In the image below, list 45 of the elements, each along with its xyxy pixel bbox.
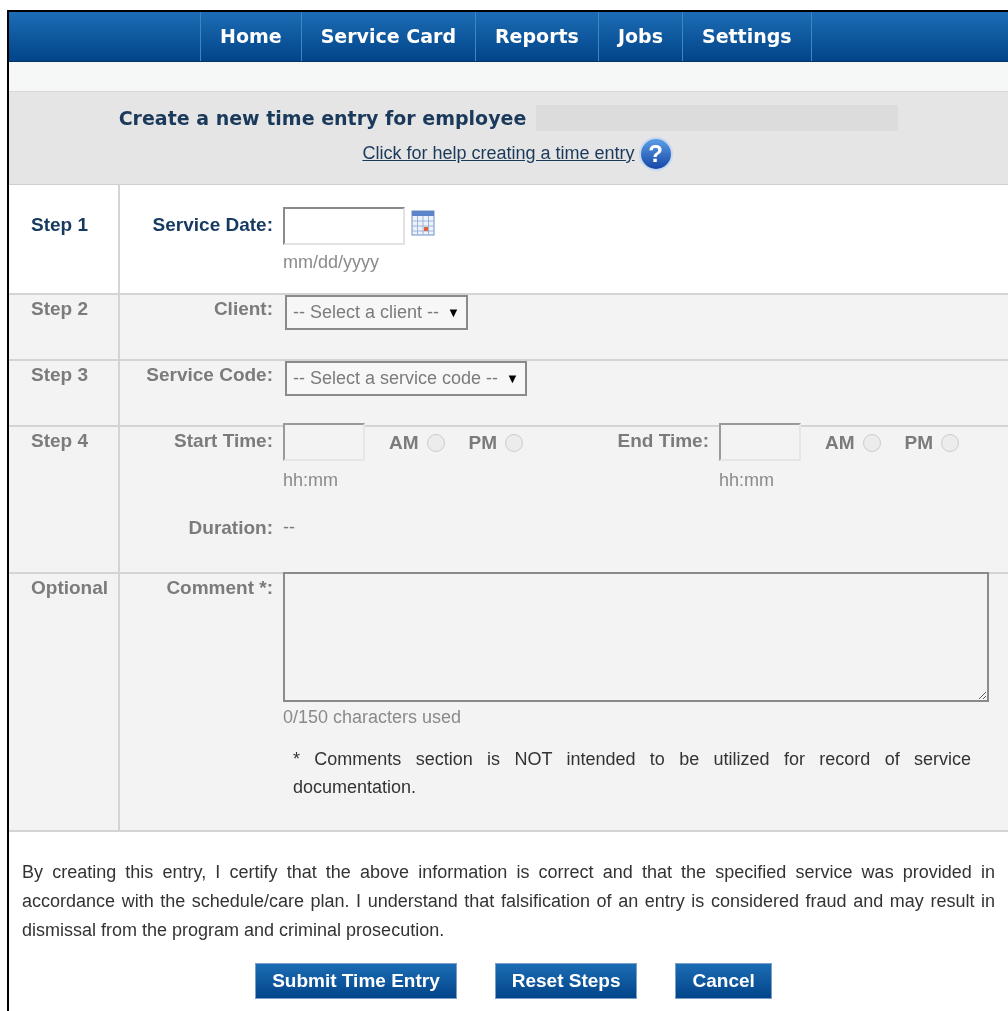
- nav-tab[interactable]: Service Card: [300, 12, 475, 61]
- step-label: Step 2: [31, 298, 89, 319]
- select-dropdown[interactable]: -- Select a service code -- ▼: [285, 361, 527, 396]
- time-format-hint: hh:mm: [719, 469, 775, 492]
- field-label: Duration:: [187, 516, 273, 540]
- nav-tab[interactable]: Home: [200, 12, 301, 61]
- radio-button[interactable]: [505, 434, 524, 453]
- help-icon[interactable]: ?: [638, 136, 673, 171]
- help-link[interactable]: Click for help creating a time entry: [362, 140, 635, 167]
- form-button[interactable]: Cancel: [675, 963, 772, 999]
- field-label: Client:: [212, 297, 273, 321]
- field-label: End Time:: [616, 429, 709, 453]
- comment-note: * Comments section is NOT intended to be utilized for record of service documentation.: [292, 748, 972, 799]
- disclaimer-text: By creating this entry, I certify that the above information is correct and that the specified service was provided in accordance with the schedule/care plan. I understand that falsification of an entry is considered fraud and may result in dismissal from the program and criminal prosecution.: [22, 861, 995, 942]
- radio-button[interactable]: [941, 434, 960, 453]
- radio-label: PM: [468, 431, 498, 455]
- radio-button[interactable]: [426, 434, 445, 453]
- select-dropdown[interactable]: -- Select a client -- ▼: [285, 295, 468, 330]
- time-field[interactable]: [283, 423, 365, 461]
- form-button[interactable]: Reset Steps: [494, 963, 638, 999]
- step-label: Step 1: [31, 214, 89, 235]
- step-label: Optional: [31, 577, 109, 598]
- nav-tab[interactable]: Jobs: [597, 12, 682, 61]
- field-label: Service Date:: [151, 213, 273, 237]
- comment-box[interactable]: [283, 572, 989, 702]
- step-label: Step 4: [31, 430, 89, 451]
- field-label: Service Code:: [145, 363, 273, 387]
- duration-value: --: [283, 516, 295, 539]
- nav-tab[interactable]: Settings: [681, 12, 812, 61]
- step-label: Step 3: [31, 364, 89, 385]
- calendar-icon[interactable]: [411, 207, 435, 237]
- page-title: Create a new time entry for employee: [118, 106, 527, 131]
- field-label: Start Time:: [173, 429, 273, 453]
- field-label: Comment *:: [165, 576, 273, 600]
- time-format-hint: hh:mm: [283, 469, 339, 492]
- radio-label: AM: [389, 431, 419, 455]
- date-field[interactable]: [283, 207, 405, 245]
- nav-tab[interactable]: Reports: [475, 12, 598, 61]
- time-field[interactable]: [719, 423, 801, 461]
- radio-label: PM: [904, 431, 934, 455]
- radio-button[interactable]: [862, 434, 881, 453]
- form-button[interactable]: Submit Time Entry: [255, 963, 457, 999]
- radio-label: AM: [825, 431, 855, 455]
- date-format-hint: mm/dd/yyyy: [283, 251, 380, 274]
- character-counter: 0/150 characters used: [283, 706, 463, 729]
